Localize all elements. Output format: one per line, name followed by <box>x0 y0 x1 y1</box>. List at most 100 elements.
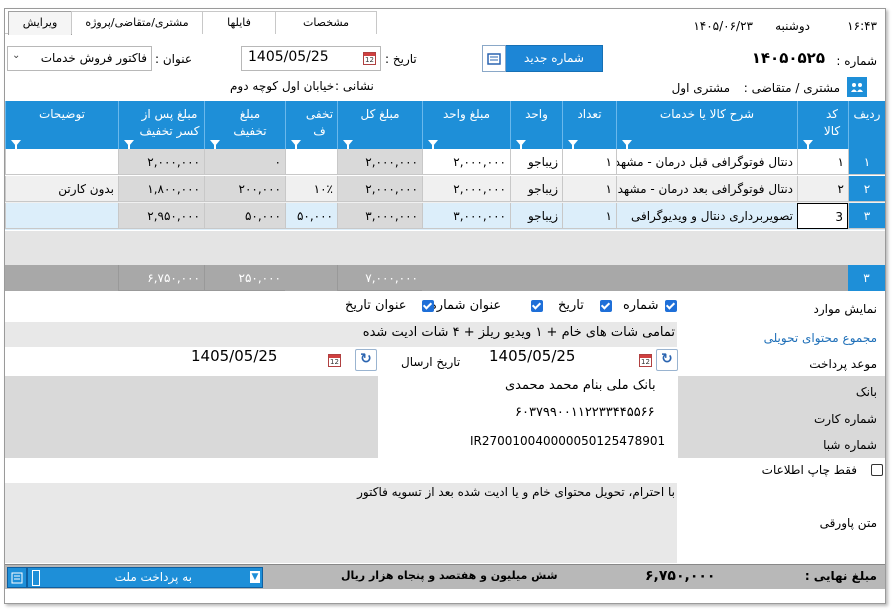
status-bar: مبلغ نهایی : ۶,۷۵۰,۰۰۰ شش میلیون و هفتصد… <box>5 564 885 589</box>
table-row[interactable]: ۳ 3 تصویربرداری دنتال و ویدیوگرافی ۱ زیباجو ۳… <box>5 203 885 230</box>
cell-notes[interactable] <box>5 203 118 229</box>
card-value[interactable]: ۶۰۳۷۹۹۰۰۱۱۲۲۳۳۴۴۵۵۶۶ <box>515 405 655 420</box>
send-date[interactable]: 1405/05/25 <box>191 347 277 365</box>
due-calendar-icon[interactable] <box>639 354 652 367</box>
cell-after-discount[interactable]: ۲,۰۰۰,۰۰۰ <box>118 149 204 175</box>
col-header-description[interactable]: شرح کالا یا خدمات <box>616 101 797 150</box>
filter-icon[interactable] <box>343 140 353 150</box>
tab-edit[interactable]: ویرایش <box>8 11 72 35</box>
option-title-date-checkbox[interactable] <box>422 300 434 312</box>
cell-discount-amount[interactable]: ۲۰۰,۰۰۰ <box>204 176 285 202</box>
table-row[interactable]: ۱ ۱ دنتال فوتوگرافی قبل درمان - مشهد ۱ زیباج… <box>5 149 885 176</box>
cell-code[interactable]: ۱ <box>797 149 848 175</box>
filter-icon[interactable] <box>568 140 578 150</box>
col-header-total[interactable]: مبلغ کل <box>337 101 422 150</box>
filter-icon[interactable] <box>291 140 301 150</box>
payment-select[interactable]: به پرداخت ملت ▼ <box>27 567 263 588</box>
tab-details[interactable]: مشخصات <box>275 11 377 34</box>
cell-discount-pct[interactable]: ۱۰٪ <box>285 176 337 202</box>
filter-icon[interactable] <box>428 140 438 150</box>
date-label: تاریخ : <box>385 52 417 66</box>
chevron-down-icon: ▼ <box>250 571 260 583</box>
cell-code[interactable]: ۲ <box>797 176 848 202</box>
date-field[interactable]: 1405/05/25 <box>241 46 381 71</box>
customer-icon[interactable] <box>847 77 867 97</box>
col-header-after-discount[interactable]: مبلغ پس از کسر تخفیف <box>118 101 204 150</box>
filter-icon[interactable] <box>11 140 21 150</box>
col-header-qty[interactable]: تعداد <box>562 101 616 150</box>
cell-unit[interactable]: زیباجو <box>510 149 562 175</box>
cell-code[interactable]: 3 <box>797 203 848 229</box>
option-number-label: شماره <box>623 298 659 313</box>
cell-unit-price[interactable]: ۳,۰۰۰,۰۰۰ <box>422 203 510 229</box>
cell-qty[interactable]: ۱ <box>562 176 616 202</box>
bank-value[interactable]: بانک ملی بنام محمد محمدی <box>505 378 656 393</box>
new-number-button[interactable]: شماره جدید <box>505 45 603 72</box>
col-header-row[interactable]: ردیف <box>848 101 885 149</box>
cell-total[interactable]: ۲,۰۰۰,۰۰۰ <box>337 149 422 175</box>
grid-empty-area <box>5 231 885 265</box>
col-header-notes[interactable]: توضیحات <box>5 101 118 150</box>
cell-total[interactable]: ۳,۰۰۰,۰۰۰ <box>337 203 422 229</box>
calendar-icon[interactable] <box>363 52 376 65</box>
bank-logo-icon <box>32 570 40 586</box>
calculator-icon[interactable] <box>7 567 27 588</box>
footer-text-field[interactable]: با احترام، تحویل محتوای خام و یا ادیت شد… <box>5 483 677 563</box>
table-row[interactable]: ۲ ۲ دنتال فوتوگرافی بعد درمان - مشهد ۱ زیباج… <box>5 176 885 203</box>
cell-notes[interactable]: بدون کارتن <box>5 176 118 202</box>
col-header-discount-pct[interactable]: تخفی ف <box>285 101 337 150</box>
filter-icon[interactable] <box>803 140 813 150</box>
filter-icon[interactable] <box>622 140 632 150</box>
cell-description[interactable]: دنتال فوتوگرافی بعد درمان - مشهد <box>616 176 797 202</box>
option-number-checkbox[interactable] <box>665 300 677 312</box>
current-date: ۱۴۰۵/۰۶/۲۳ <box>693 19 753 33</box>
option-title-number-checkbox[interactable] <box>531 300 543 312</box>
invoice-number[interactable]: ۱۴۰۵۰۵۲۵ <box>752 49 825 67</box>
delivery-link[interactable]: مجموع محتوای تحویلی <box>764 331 877 345</box>
title-select[interactable]: فاکتور فروش خدمات ⌄ <box>7 46 152 71</box>
show-items-label: نمایش موارد <box>813 302 878 316</box>
cell-row: ۳ <box>848 203 885 229</box>
filter-icon[interactable] <box>210 140 220 150</box>
filter-icon[interactable] <box>124 140 134 150</box>
footer-discount: ۲۵۰,۰۰۰ <box>204 265 285 291</box>
cell-description[interactable]: تصویربرداری دنتال و ویدیوگرافی <box>616 203 797 229</box>
cell-description[interactable]: دنتال فوتوگرافی قبل درمان - مشهد <box>616 149 797 175</box>
tab-files[interactable]: فایلها <box>202 11 276 34</box>
cell-after-discount[interactable]: ۲,۹۵۰,۰۰۰ <box>118 203 204 229</box>
cell-unit[interactable]: زیباجو <box>510 203 562 229</box>
due-date[interactable]: 1405/05/25 <box>489 347 575 365</box>
invoice-window: ویرایش مشتری/متقاضی/پروژه فایلها مشخصات … <box>4 8 886 604</box>
cell-discount-pct[interactable]: ۵۰,۰۰۰ <box>285 203 337 229</box>
customer-name[interactable]: مشتری اول <box>672 81 730 95</box>
filter-icon[interactable] <box>516 140 526 150</box>
print-only-checkbox[interactable] <box>871 464 883 476</box>
col-header-code[interactable]: کد کالا <box>797 101 848 150</box>
cell-unit-price[interactable]: ۲,۰۰۰,۰۰۰ <box>422 149 510 175</box>
delivery-field[interactable]: تمامی شات های خام + ۱ ویدیو ریلز + ۴ شات… <box>5 322 677 347</box>
cell-unit-price[interactable]: ۲,۰۰۰,۰۰۰ <box>422 176 510 202</box>
col-header-unit[interactable]: واحد <box>510 101 562 150</box>
send-refresh-icon[interactable] <box>355 349 377 371</box>
due-label: موعد پرداخت <box>809 357 877 371</box>
payment-select-value: به پرداخت ملت <box>114 570 192 584</box>
sheba-value[interactable]: IR270010040000050125478901 <box>470 434 665 448</box>
cell-row: ۲ <box>848 176 885 202</box>
cell-qty[interactable]: ۱ <box>562 149 616 175</box>
cell-notes[interactable] <box>5 149 118 175</box>
footer-total: ۷,۰۰۰,۰۰۰ <box>337 265 422 291</box>
due-refresh-icon[interactable] <box>656 349 678 371</box>
cell-after-discount[interactable]: ۱,۸۰۰,۰۰۰ <box>118 176 204 202</box>
cell-qty[interactable]: ۱ <box>562 203 616 229</box>
send-calendar-icon[interactable] <box>328 354 341 367</box>
tab-customer-project[interactable]: مشتری/متقاضی/پروژه <box>71 11 203 34</box>
cell-discount-amount[interactable]: ۰ <box>204 149 285 175</box>
options-icon[interactable] <box>482 45 506 72</box>
cell-discount-pct[interactable] <box>285 149 337 175</box>
col-header-unit-price[interactable]: مبلغ واحد <box>422 101 510 150</box>
cell-discount-amount[interactable]: ۵۰,۰۰۰ <box>204 203 285 229</box>
cell-unit[interactable]: زیباجو <box>510 176 562 202</box>
col-header-discount-amount[interactable]: مبلغ تخفیف <box>204 101 285 150</box>
option-date-checkbox[interactable] <box>600 300 612 312</box>
cell-total[interactable]: ۲,۰۰۰,۰۰۰ <box>337 176 422 202</box>
